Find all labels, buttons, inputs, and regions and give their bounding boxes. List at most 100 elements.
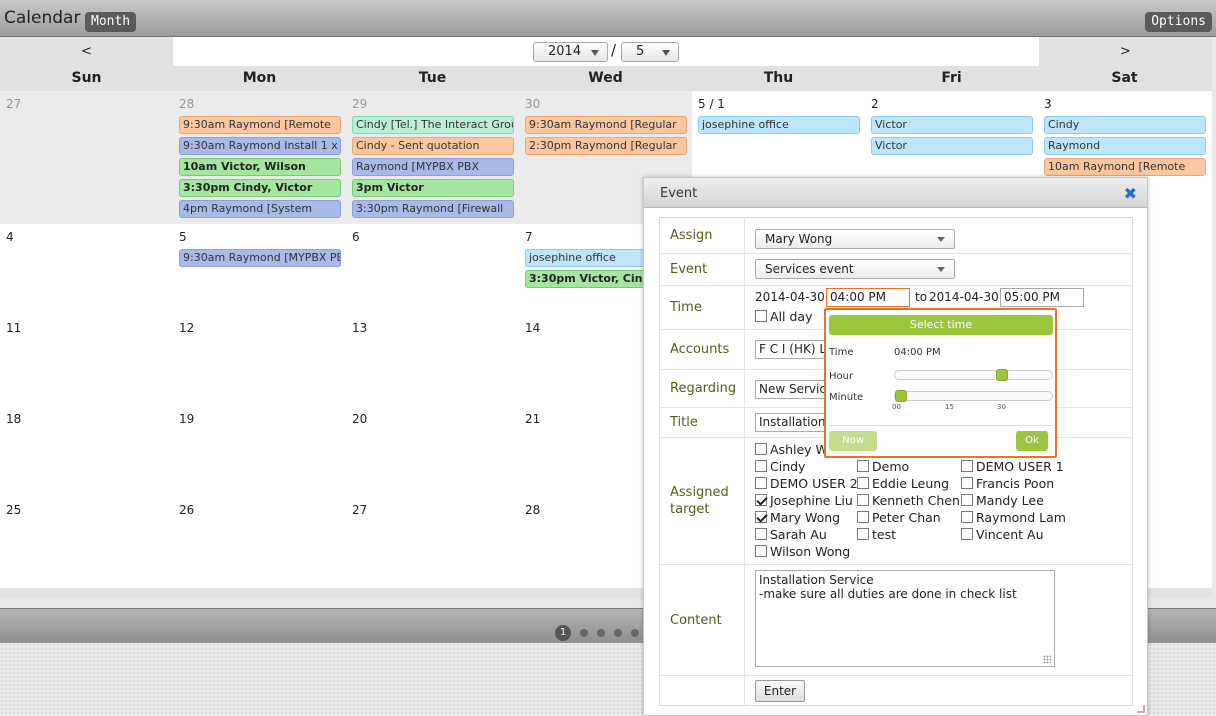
target-option[interactable]: DEMO USER 2 [755,476,858,491]
target-option[interactable]: Eddie Leung [857,476,949,491]
calendar-event[interactable]: Cindy - Sent quotation [352,137,514,155]
target-checkbox[interactable] [961,477,973,489]
prev-month-button[interactable]: < [0,37,173,66]
day-cell[interactable]: 6 [346,224,519,315]
day-cell[interactable]: 27 [346,497,519,588]
day-cell[interactable]: 12 [173,315,346,406]
target-option[interactable]: Cindy [755,459,805,474]
calendar-event[interactable]: 9:30am Raymond [MYPBX PBX [179,249,341,267]
target-option[interactable]: Francis Poon [961,476,1054,491]
target-option[interactable]: Kenneth Chen [857,493,960,508]
target-option[interactable]: Raymond Lam [961,510,1066,525]
calendar-event[interactable]: 4pm Raymond [System [179,200,341,218]
calendar-event[interactable]: Raymond [1044,137,1206,155]
day-cell[interactable]: 4 [0,224,173,315]
resize-grip-icon[interactable] [1043,655,1051,663]
target-option[interactable]: Mandy Lee [961,493,1044,508]
calendar-event[interactable]: Victor [871,137,1033,155]
minute-slider-handle[interactable] [895,390,907,402]
event-type-select[interactable]: Services event [755,259,955,279]
day-cell[interactable]: 25 [0,497,173,588]
day-cell[interactable]: 29 Cindy [Tel.] The Interact Group Cindy -… [346,91,519,224]
calendar-event[interactable]: 3pm Victor [352,179,514,197]
calendar-event[interactable]: 10am Raymond [Remote [1044,158,1206,176]
calendar-event[interactable]: josephine office [698,116,860,134]
calendar-event[interactable]: 9:30am Raymond Install 1 x IP [179,137,341,155]
enter-button[interactable]: Enter [755,680,805,702]
target-option[interactable]: Sarah Au [755,527,827,542]
page-indicator-dot[interactable] [614,629,622,637]
calendar-event[interactable]: 9:30am Raymond [Remote [179,116,341,134]
target-option[interactable]: Demo [857,459,909,474]
day-cell[interactable]: 5 9:30am Raymond [MYPBX PBX [173,224,346,315]
target-option[interactable]: Wilson Wong [755,544,850,559]
calendar-event[interactable]: 9:30am Raymond [Regular [525,116,687,134]
page-indicator-dot[interactable] [580,629,588,637]
accounts-input[interactable]: F C I (HK) Ltd [755,340,830,359]
target-checkbox[interactable] [857,460,869,472]
target-checkbox[interactable] [755,511,767,523]
target-checkbox[interactable] [961,528,973,540]
calendar-event[interactable]: Raymond [MYPBX PBX [352,158,514,176]
ok-button[interactable]: Ok [1016,431,1048,451]
target-checkbox[interactable] [755,545,767,557]
allday-checkbox[interactable] [755,310,767,322]
target-checkbox[interactable] [961,511,973,523]
target-checkbox[interactable] [857,477,869,489]
now-button[interactable]: Now [829,431,877,451]
allday-option[interactable]: All day [755,309,812,324]
calendar-event[interactable]: Cindy [Tel.] The Interact Group [352,116,514,134]
target-checkbox[interactable] [755,528,767,540]
start-time-input[interactable]: 04:00 PM [826,288,910,307]
assign-select[interactable]: Mary Wong [755,229,955,249]
end-time-input[interactable]: 05:00 PM [1000,288,1084,307]
dialog-resize-icon[interactable] [1137,705,1145,713]
page-indicator-dot[interactable] [631,629,639,637]
day-cell[interactable]: 11 [0,315,173,406]
target-checkbox[interactable] [857,494,869,506]
target-checkbox[interactable] [857,528,869,540]
calendar-event[interactable]: 2:30pm Raymond [Regular [525,137,687,155]
target-checkbox[interactable] [857,511,869,523]
day-cell[interactable]: 19 [173,406,346,497]
calendar-event[interactable]: Victor [871,116,1033,134]
target-option[interactable]: Mary Wong [755,510,840,525]
target-checkbox[interactable] [755,494,767,506]
hour-slider[interactable] [894,369,1053,381]
year-select[interactable]: 2014 [533,42,608,62]
next-month-button[interactable]: > [1039,37,1212,66]
target-checkbox[interactable] [961,460,973,472]
options-button[interactable]: Options [1145,12,1212,32]
day-cell[interactable]: 18 [0,406,173,497]
day-cell[interactable]: 27 [0,91,173,224]
target-checkbox[interactable] [755,460,767,472]
target-option[interactable]: test [857,527,896,542]
content-textarea[interactable]: Installation Service -make sure all duti… [755,570,1055,667]
calendar-event[interactable]: 3:30pm Cindy, Victor [179,179,341,197]
regarding-input[interactable]: New Service [755,380,830,399]
day-cell[interactable]: 20 [346,406,519,497]
target-checkbox[interactable] [755,477,767,489]
target-option[interactable]: Peter Chan [857,510,941,525]
target-option[interactable]: DEMO USER 1 [961,459,1064,474]
target-checkbox[interactable] [961,494,973,506]
start-date[interactable]: 2014-04-30 [755,290,825,304]
end-date[interactable]: 2014-04-30 [929,290,999,304]
calendar-event[interactable]: Cindy [1044,116,1206,134]
month-view-button[interactable]: Month [85,12,137,32]
minute-slider[interactable] [894,390,1053,402]
target-checkbox[interactable] [755,443,767,455]
hour-slider-handle[interactable] [996,369,1008,381]
calendar-event[interactable]: 3:30pm Raymond [Firewall [352,200,514,218]
month-select[interactable]: 5 [621,42,679,62]
target-option[interactable]: Vincent Au [961,527,1044,542]
target-option[interactable]: Josephine Liu [755,493,853,508]
day-cell[interactable]: 28 9:30am Raymond [Remote 9:30am Raymond I… [173,91,346,224]
close-icon[interactable]: ✖ [1124,184,1137,203]
page-indicator-dot[interactable] [597,629,605,637]
day-cell[interactable]: 13 [346,315,519,406]
title-input[interactable]: Installation S [755,413,830,432]
calendar-event[interactable]: 10am Victor, Wilson [179,158,341,176]
day-cell[interactable]: 26 [173,497,346,588]
page-indicator-active[interactable]: 1 [555,625,571,641]
